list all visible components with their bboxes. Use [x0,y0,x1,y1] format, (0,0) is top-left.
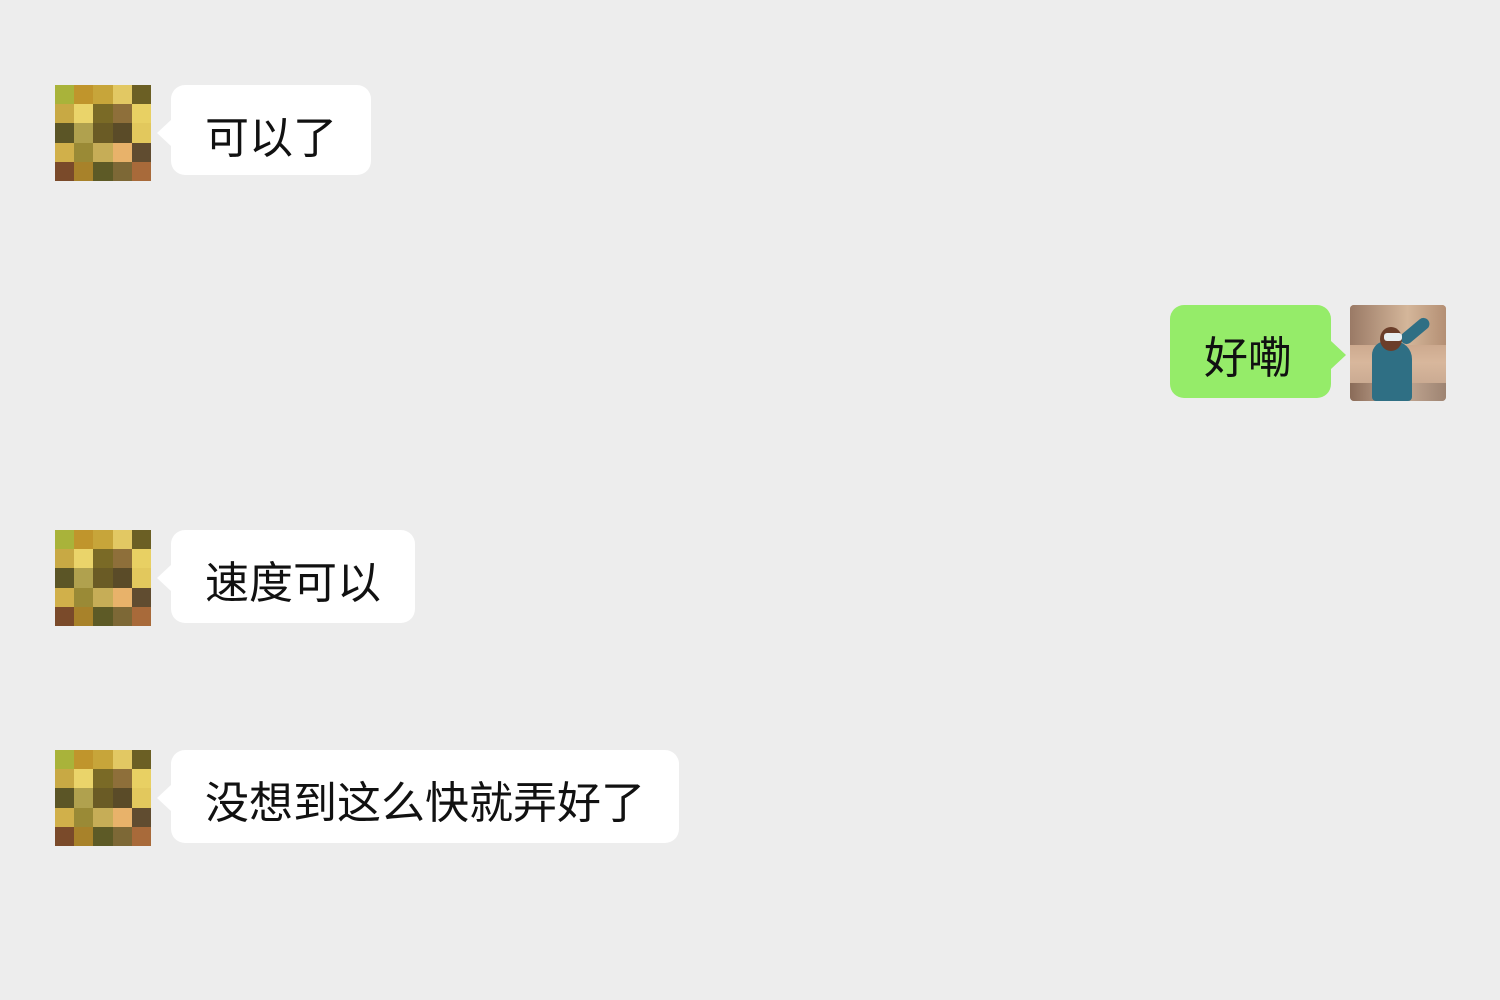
pixelated-avatar-icon [55,530,151,626]
contact-avatar[interactable] [55,85,151,181]
message-bubble[interactable]: 可以了 [157,85,371,175]
contact-avatar[interactable] [55,750,151,846]
message-bubble[interactable]: 好嘞 [1170,305,1346,398]
photo-avatar-icon [1350,305,1446,401]
self-avatar[interactable] [1350,305,1446,401]
message-bubble[interactable]: 速度可以 [157,530,415,623]
pixelated-avatar-icon [55,85,151,181]
pixelated-avatar-icon [55,750,151,846]
message-bubble[interactable]: 没想到这么快就弄好了 [157,750,679,843]
contact-avatar[interactable] [55,530,151,626]
